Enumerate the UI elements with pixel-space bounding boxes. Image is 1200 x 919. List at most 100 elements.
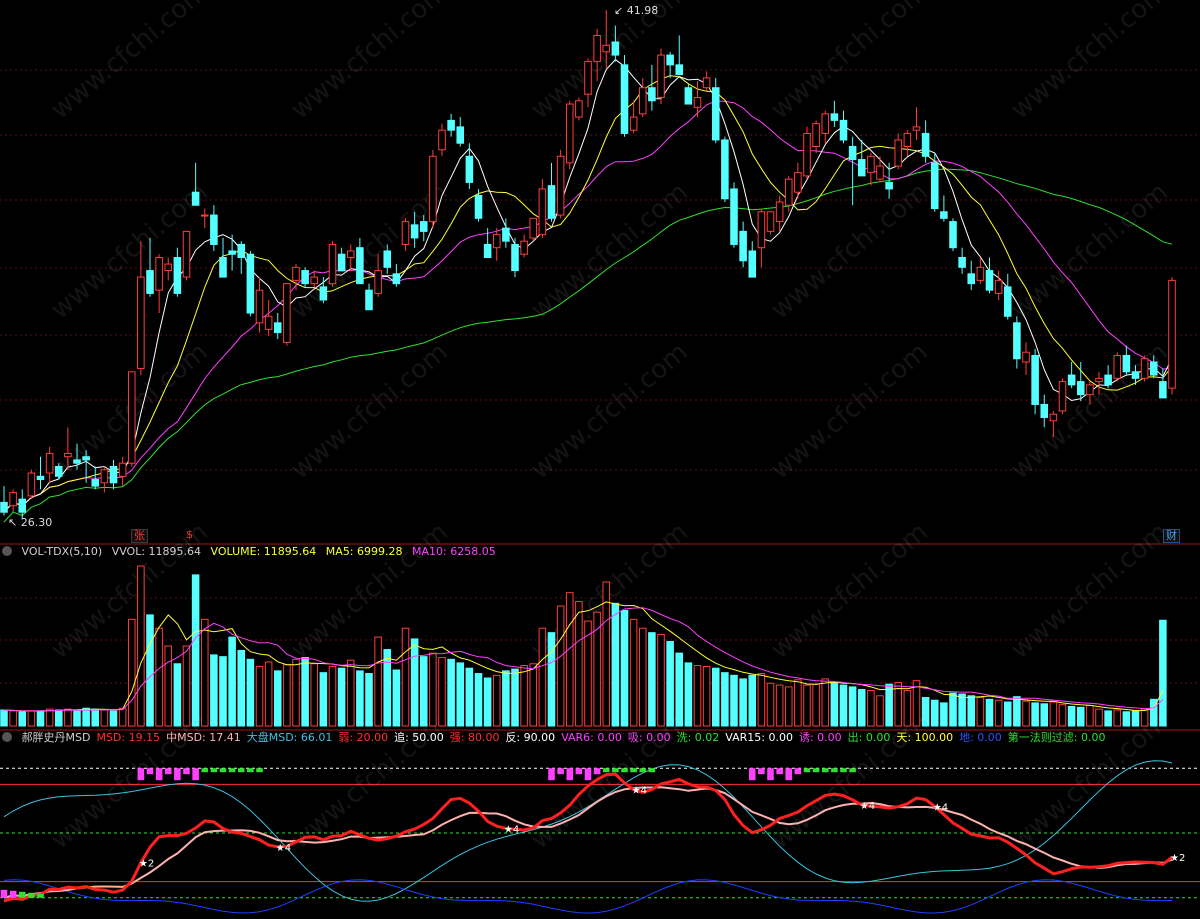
candle-body[interactable] [803, 132, 811, 177]
candle-body[interactable] [164, 263, 173, 272]
candle-body[interactable] [1095, 377, 1103, 383]
candle-body[interactable] [958, 257, 966, 268]
candle-body[interactable] [657, 54, 665, 99]
candle-body[interactable] [885, 181, 893, 190]
candle-body[interactable] [930, 162, 939, 210]
candle-body[interactable] [638, 87, 647, 115]
volume-bar[interactable] [465, 667, 474, 727]
candle-body[interactable] [109, 465, 118, 484]
volume-bar[interactable] [730, 674, 738, 727]
candle-body[interactable] [794, 172, 802, 193]
candle-body[interactable] [219, 257, 227, 278]
candle-body[interactable] [693, 97, 702, 108]
vol-indicator-name[interactable]: VOL-TDX(5,10) [22, 545, 103, 558]
candle-body[interactable] [1058, 381, 1067, 412]
volume-bar[interactable] [219, 656, 227, 727]
volume-bar[interactable] [392, 669, 401, 727]
candle-body[interactable] [529, 217, 538, 239]
collapse-icon[interactable] [2, 732, 12, 742]
candle-body[interactable] [492, 234, 501, 249]
volume-bar[interactable] [520, 665, 528, 727]
volume-bar[interactable] [9, 710, 17, 727]
candle-body[interactable] [702, 77, 711, 89]
candle-body[interactable] [848, 145, 857, 161]
candle-body[interactable] [392, 273, 401, 285]
candle-body[interactable] [611, 41, 620, 56]
candle-body[interactable] [502, 227, 510, 242]
candle-body[interactable] [429, 155, 437, 223]
candle-body[interactable] [620, 64, 629, 134]
candle-body[interactable] [483, 243, 492, 259]
volume-bar[interactable] [985, 698, 994, 727]
volume-bar[interactable] [1003, 701, 1012, 727]
volume-bar[interactable] [438, 657, 446, 727]
volume-bar[interactable] [365, 673, 373, 727]
volume-bar[interactable] [958, 693, 966, 727]
candle-body[interactable] [675, 64, 684, 76]
volume-bar[interactable] [0, 709, 8, 727]
candle-body[interactable] [921, 132, 930, 157]
volume-bar[interactable] [675, 652, 684, 727]
candle-body[interactable] [511, 243, 519, 272]
candle-body[interactable] [374, 270, 382, 294]
candle-body[interactable] [556, 155, 565, 216]
candle-body[interactable] [1076, 381, 1085, 396]
msd-header-item[interactable]: 郝胖史丹MSD [22, 731, 91, 744]
volume-bar[interactable] [1058, 704, 1067, 727]
candle-body[interactable] [739, 230, 747, 262]
volume-bar[interactable] [45, 708, 54, 727]
volume-bar[interactable] [721, 672, 729, 727]
candle-body[interactable] [64, 452, 72, 458]
volume-bar[interactable] [949, 692, 957, 727]
volume-bar[interactable] [54, 709, 63, 727]
candle-body[interactable] [949, 221, 957, 249]
volume-bar[interactable] [803, 684, 811, 727]
candle-body[interactable] [985, 270, 994, 291]
volume-bar[interactable] [1159, 619, 1167, 727]
volume-bar[interactable] [64, 708, 72, 727]
volume-bar[interactable] [994, 699, 1003, 727]
candle-body[interactable] [264, 315, 273, 330]
volume-bar[interactable] [118, 707, 127, 727]
candle-body[interactable] [127, 371, 136, 464]
volume-bar[interactable] [821, 678, 830, 727]
volume-bar[interactable] [857, 689, 866, 727]
volume-bar[interactable] [547, 632, 556, 727]
candle-body[interactable] [474, 194, 483, 219]
candle-body[interactable] [867, 155, 875, 174]
volume-bar[interactable] [1076, 706, 1085, 727]
volume-bar[interactable] [1122, 711, 1131, 727]
volume-bar[interactable] [328, 665, 337, 727]
volume-bar[interactable] [264, 661, 273, 727]
volume-bar[interactable] [565, 592, 574, 727]
volume-bar[interactable] [1013, 696, 1021, 727]
candle-body[interactable] [1031, 354, 1039, 405]
volume-bar[interactable] [1040, 703, 1049, 727]
volume-bar[interactable] [237, 649, 246, 727]
candle-body[interactable] [547, 185, 556, 219]
volume-bar[interactable] [456, 662, 465, 727]
candle-body[interactable] [575, 100, 583, 118]
candle-body[interactable] [410, 224, 419, 239]
candle-body[interactable] [684, 87, 693, 105]
candle-body[interactable] [748, 250, 757, 278]
volume-bar[interactable] [839, 684, 848, 727]
candle-body[interactable] [830, 113, 839, 121]
candle-body[interactable] [191, 191, 200, 206]
candle-body[interactable] [903, 132, 912, 147]
candle-body[interactable] [237, 243, 246, 259]
volume-bar[interactable] [401, 627, 410, 727]
volume-bar[interactable] [794, 679, 802, 727]
candle-body[interactable] [1140, 358, 1149, 379]
volume-bar[interactable] [100, 709, 109, 727]
volume-bar[interactable] [848, 686, 857, 727]
volume-bar[interactable] [575, 601, 583, 727]
volume-bar[interactable] [556, 605, 565, 727]
volume-bar[interactable] [1095, 708, 1103, 727]
candle-body[interactable] [584, 61, 592, 95]
candle-body[interactable] [356, 247, 364, 285]
volume-bar[interactable] [273, 670, 282, 727]
volume-bar[interactable] [429, 652, 437, 727]
volume-bar[interactable] [319, 672, 328, 727]
candle-body[interactable] [337, 253, 346, 272]
